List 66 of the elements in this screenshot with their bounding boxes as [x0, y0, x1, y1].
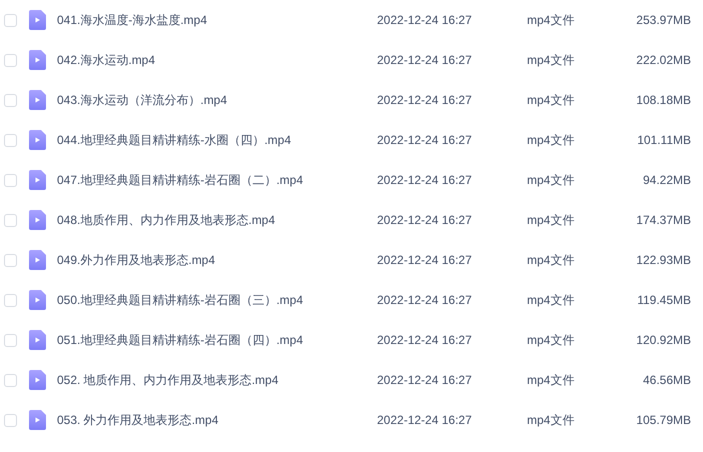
modified-date: 2022-12-24 16:27	[377, 373, 472, 387]
file-type: mp4文件	[527, 13, 574, 27]
file-type: mp4文件	[527, 293, 574, 307]
checkbox[interactable]	[4, 334, 17, 346]
checkbox[interactable]	[4, 294, 17, 306]
file-name[interactable]: 043.海水运动（洋流分布）.mp4	[57, 93, 228, 107]
file-type: mp4文件	[527, 213, 574, 227]
file-type: mp4文件	[527, 413, 574, 427]
video-file-icon	[29, 170, 46, 190]
video-file-icon	[29, 290, 46, 310]
video-file-icon	[29, 370, 46, 390]
file-name[interactable]: 051.地理经典题目精讲精练-岩石圈（四）.mp4	[57, 333, 304, 347]
file-name[interactable]: 044.地理经典题目精讲精练-水圈（四）.mp4	[57, 133, 292, 147]
modified-date: 2022-12-24 16:27	[377, 133, 472, 147]
video-file-icon	[29, 130, 46, 150]
checkbox[interactable]	[4, 374, 17, 386]
modified-date: 2022-12-24 16:27	[377, 13, 472, 27]
file-type: mp4文件	[527, 373, 574, 387]
file-type: mp4文件	[527, 173, 574, 187]
file-size: 122.93MB	[636, 253, 691, 267]
checkbox[interactable]	[4, 174, 17, 186]
file-name[interactable]: 041.海水温度-海水盐度.mp4	[57, 13, 208, 27]
modified-date: 2022-12-24 16:27	[377, 413, 472, 427]
video-file-icon	[29, 250, 46, 270]
modified-date: 2022-12-24 16:27	[377, 53, 472, 67]
file-size: 222.02MB	[636, 53, 691, 67]
file-name[interactable]: 048.地质作用、内力作用及地表形态.mp4	[57, 213, 276, 227]
checkbox[interactable]	[4, 414, 17, 426]
checkbox[interactable]	[4, 254, 17, 266]
modified-date: 2022-12-24 16:27	[377, 173, 472, 187]
file-name[interactable]: 047.地理经典题目精讲精练-岩石圈（二）.mp4	[57, 173, 304, 187]
video-file-icon	[29, 90, 46, 110]
video-file-icon	[29, 210, 46, 230]
modified-date: 2022-12-24 16:27	[377, 93, 472, 107]
checkbox[interactable]	[4, 54, 17, 66]
file-size: 105.79MB	[636, 413, 691, 427]
file-size: 101.11MB	[637, 133, 691, 147]
file-name[interactable]: 052. 地质作用、内力作用及地表形态.mp4	[57, 373, 278, 387]
video-file-icon	[29, 10, 46, 30]
video-file-icon	[29, 50, 46, 70]
file-size: 94.22MB	[642, 173, 691, 187]
checkbox[interactable]	[4, 94, 17, 106]
file-name[interactable]: 050.地理经典题目精讲精练-岩石圈（三）.mp4	[57, 293, 304, 307]
checkbox[interactable]	[4, 14, 17, 26]
file-size: 108.18MB	[636, 93, 691, 107]
file-type: mp4文件	[527, 133, 574, 147]
file-name[interactable]: 042.海水运动.mp4	[57, 53, 156, 67]
file-size: 119.45MB	[637, 293, 691, 307]
file-name[interactable]: 053. 外力作用及地表形态.mp4	[57, 413, 218, 427]
modified-date: 2022-12-24 16:27	[377, 293, 472, 307]
checkbox[interactable]	[4, 134, 17, 146]
file-size: 46.56MB	[642, 373, 691, 387]
modified-date: 2022-12-24 16:27	[377, 333, 472, 347]
video-file-icon	[29, 330, 46, 350]
file-size: 174.37MB	[636, 213, 691, 227]
file-name[interactable]: 049.外力作用及地表形态.mp4	[57, 253, 216, 267]
file-type: mp4文件	[527, 253, 574, 267]
file-size: 253.97MB	[636, 13, 691, 27]
file-size: 120.92MB	[636, 333, 691, 347]
modified-date: 2022-12-24 16:27	[377, 253, 472, 267]
file-type: mp4文件	[527, 93, 574, 107]
checkbox[interactable]	[4, 214, 17, 226]
video-file-icon	[29, 410, 46, 430]
modified-date: 2022-12-24 16:27	[377, 213, 472, 227]
file-type: mp4文件	[527, 53, 574, 67]
file-type: mp4文件	[527, 333, 574, 347]
